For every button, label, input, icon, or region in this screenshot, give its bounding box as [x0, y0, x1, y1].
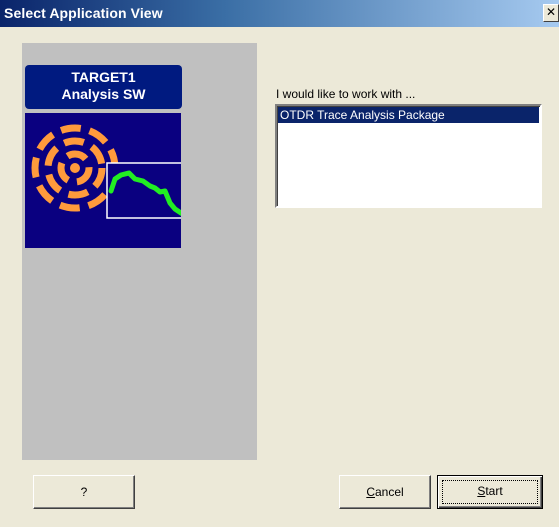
- cancel-button-label: Cancel: [366, 485, 404, 499]
- product-subtitle: Analysis SW: [61, 86, 146, 102]
- start-button[interactable]: Start: [437, 475, 543, 509]
- title-bar[interactable]: Select Application View ✕: [0, 0, 559, 27]
- cancel-button[interactable]: Cancel: [339, 475, 431, 509]
- product-name: TARGET1: [71, 69, 136, 85]
- list-item[interactable]: OTDR Trace Analysis Package: [278, 107, 539, 123]
- window-title: Select Application View: [4, 5, 163, 21]
- application-listbox[interactable]: OTDR Trace Analysis Package: [275, 104, 542, 208]
- close-button[interactable]: ✕: [543, 4, 559, 22]
- help-button[interactable]: ?: [33, 475, 135, 509]
- start-button-label: Start: [477, 484, 503, 498]
- product-logo-label: TARGET1 Analysis SW: [25, 65, 182, 109]
- select-application-view-dialog: Select Application View ✕ TARGET1 Analys…: [0, 0, 559, 527]
- otdr-trace-icon: [25, 113, 181, 248]
- prompt-label: I would like to work with ...: [276, 87, 416, 101]
- close-icon: ✕: [545, 5, 557, 19]
- help-button-label: ?: [80, 485, 88, 499]
